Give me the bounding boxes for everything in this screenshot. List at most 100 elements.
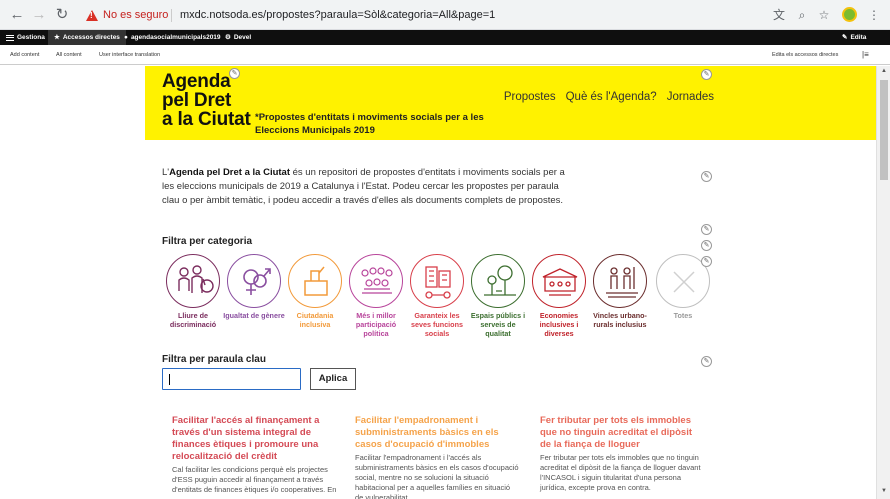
scroll-up-icon[interactable]: ▲ <box>880 68 888 76</box>
admin-edit[interactable]: ✎ Edita <box>842 30 866 45</box>
page-viewport: Agenda pel Dret a la Ciutat *Propostes d… <box>0 66 876 499</box>
site-tagline: *Propostes d'entitats i moviments social… <box>255 112 484 136</box>
ballot-box-icon <box>288 254 342 308</box>
category-item[interactable]: Igualtat de gènere <box>223 254 285 320</box>
category-label: Garanteix les seves funcions socials <box>411 311 463 338</box>
category-filter-title: Filtra per categoria <box>162 236 253 247</box>
edit-pencil-icon[interactable]: ✎ <box>701 356 712 367</box>
edit-pencil-icon[interactable]: ✎ <box>701 256 712 267</box>
site-header: Agenda pel Dret a la Ciutat *Propostes d… <box>145 66 876 140</box>
extension-icon[interactable] <box>842 7 857 22</box>
farmers-icon <box>593 254 647 308</box>
gender-symbols-icon <box>227 254 281 308</box>
assembly-icon <box>349 254 403 308</box>
forward-arrow-icon[interactable]: → <box>31 7 47 23</box>
edit-pencil-icon[interactable]: ✎ <box>701 240 712 251</box>
tray-add-content[interactable]: Add content <box>10 45 39 65</box>
translate-icon[interactable]: 文 <box>771 7 787 23</box>
category-label: Lliure de discriminació <box>169 311 217 329</box>
scroll-thumb[interactable] <box>880 80 888 180</box>
back-arrow-icon[interactable]: ← <box>9 7 25 23</box>
proposal-card[interactable]: Fer tributar per tots els immobles que n… <box>540 415 705 493</box>
intro-bold: Agenda pel Dret a la Ciutat <box>169 167 290 178</box>
bookmark-star-icon[interactable]: ☆ <box>816 7 832 23</box>
category-label: Economies inclusives i diverses <box>539 311 579 338</box>
admin-edit-label: Edita <box>850 34 867 41</box>
admin-devel-label: Devel <box>233 34 252 41</box>
tray-edit-shortcuts[interactable]: Edita els accessos directes <box>772 45 838 65</box>
category-label: Més i millor participació política <box>355 311 397 338</box>
nav-jornades[interactable]: Jornades <box>667 91 714 103</box>
gear-icon: ⚙ <box>225 34 231 41</box>
site-logo[interactable]: Agenda pel Dret a la Ciutat <box>162 72 251 129</box>
nav-propostes[interactable]: Propostes <box>504 91 556 103</box>
security-warning[interactable]: No es seguro <box>86 5 168 26</box>
category-item[interactable]: Garanteix les seves funcions socials <box>406 254 468 338</box>
market-icon <box>532 254 586 308</box>
category-item[interactable]: Economies inclusives i diverses <box>528 254 590 338</box>
proposal-card[interactable]: Facilitar l'accés al finançament a travé… <box>172 415 337 495</box>
page-scrollbar[interactable]: ▲ ▼ <box>876 66 890 499</box>
category-item[interactable]: Vincles urbano-rurals inclusius <box>589 254 651 329</box>
security-warning-label: No es seguro <box>103 9 169 21</box>
keyword-search-input[interactable] <box>162 368 301 390</box>
text-caret <box>169 374 170 385</box>
logo-line-2: pel Dret <box>162 90 232 111</box>
address-bar[interactable]: No es seguro mxdc.notsoda.es/propostes?p… <box>78 5 762 26</box>
hamburger-icon <box>6 34 14 41</box>
proposal-title[interactable]: Facilitar l'accés al finançament a travé… <box>172 415 337 463</box>
shortcuts-tray: Add content All content User interface t… <box>0 45 890 65</box>
buildings-icon <box>410 254 464 308</box>
scroll-down-icon[interactable]: ▼ <box>880 488 888 496</box>
admin-manage-label: Gestiona <box>17 34 45 41</box>
menu-dots-icon[interactable]: ⋮ <box>866 7 882 23</box>
browser-chrome: ← → ↻ No es seguro mxdc.notsoda.es/propo… <box>0 0 890 30</box>
admin-toolbar: Gestiona ★ Accessos directes ● agendasoc… <box>0 30 890 45</box>
zoom-icon[interactable]: ⌕ <box>794 7 810 23</box>
proposal-summary: Cal facilitar les condicions perquè els … <box>172 465 337 494</box>
admin-shortcuts-label: Accessos directes <box>62 34 120 41</box>
pencil-icon: ✎ <box>842 34 848 41</box>
proposal-title[interactable]: Fer tributar per tots els immobles que n… <box>540 415 705 451</box>
edit-pencil-icon[interactable]: ✎ <box>229 68 240 79</box>
url-separator <box>171 9 172 22</box>
admin-user[interactable]: ● agendasocialmunicipals2019 <box>124 30 221 45</box>
category-label: Igualtat de gènere <box>223 311 285 320</box>
admin-user-label: agendasocialmunicipals2019 <box>130 34 221 41</box>
warning-icon <box>86 10 98 21</box>
category-label: Totes <box>673 311 693 320</box>
star-icon: ★ <box>54 34 60 41</box>
admin-devel[interactable]: ⚙ Devel <box>225 30 251 45</box>
category-item[interactable]: Més i millor participació política <box>345 254 407 338</box>
category-label: Vincles urbano-rurals inclusius <box>593 311 647 329</box>
category-label: Ciutadania inclusiva <box>296 311 334 329</box>
tray-orientation-icon[interactable]: |≡ <box>862 45 869 65</box>
admin-shortcuts[interactable]: ★ Accessos directes <box>48 30 126 45</box>
edit-pencil-icon[interactable]: ✎ <box>701 171 712 182</box>
intro-text: L'Agenda pel Dret a la Ciutat és un repo… <box>162 166 572 208</box>
main-nav: Propostes Què és l'Agenda? Jornades <box>504 91 714 103</box>
edit-pencil-icon[interactable]: ✎ <box>701 224 712 235</box>
category-item[interactable]: Ciutadania inclusiva <box>284 254 346 329</box>
proposal-title[interactable]: Facilitar l'empadronament i subministram… <box>355 415 520 451</box>
tray-all-content[interactable]: All content <box>56 45 82 65</box>
keyword-filter-title: Filtra per paraula clau <box>162 354 266 365</box>
apply-button[interactable]: Aplica <box>310 368 356 390</box>
category-list: Lliure de discriminació Igualtat de gène… <box>162 254 722 344</box>
proposal-summary: Facilitar l'empadronament i l'accés als … <box>355 453 519 499</box>
people-wheelchair-icon <box>166 254 220 308</box>
logo-line-3: a la Ciutat <box>162 109 251 130</box>
category-label: Espais públics i serveis de qualitat <box>470 311 526 338</box>
nav-que-es[interactable]: Què és l'Agenda? <box>566 91 657 103</box>
park-icon <box>471 254 525 308</box>
url-text[interactable]: mxdc.notsoda.es/propostes?paraula=Sòl&ca… <box>180 5 495 26</box>
tray-ui-translation[interactable]: User interface translation <box>99 45 160 65</box>
user-icon: ● <box>124 34 128 41</box>
category-item[interactable]: Espais públics i serveis de qualitat <box>467 254 529 338</box>
reload-icon[interactable]: ↻ <box>54 7 70 23</box>
proposal-card[interactable]: Facilitar l'empadronament i subministram… <box>355 415 520 499</box>
admin-manage[interactable]: Gestiona <box>6 30 45 45</box>
edit-pencil-icon[interactable]: ✎ <box>701 69 712 80</box>
proposal-summary: Fer tributar per tots els immobles que n… <box>540 453 701 492</box>
category-item[interactable]: Lliure de discriminació <box>162 254 224 329</box>
